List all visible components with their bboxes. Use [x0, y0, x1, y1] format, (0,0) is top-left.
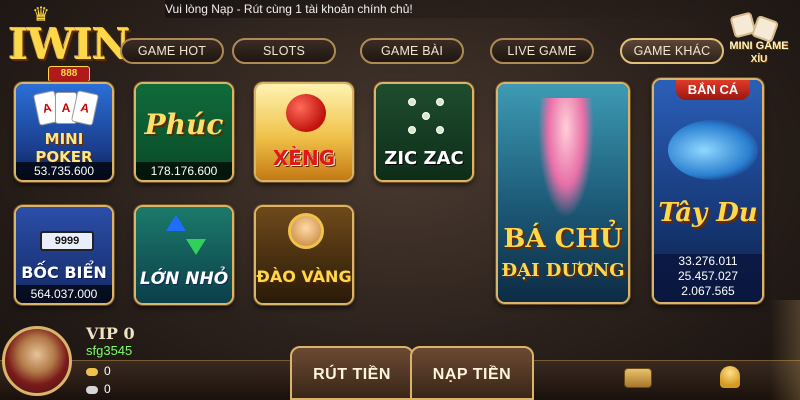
dice-icon [750, 14, 780, 44]
deposit-button[interactable]: NẠP TIỀN [410, 346, 534, 400]
gold-coin-icon [86, 367, 98, 376]
silver-balance-value: 0 [104, 382, 111, 396]
up-down-arrows-icon [166, 215, 206, 255]
game-title: BÁ CHỦ [503, 224, 623, 254]
bell-icon[interactable] [720, 366, 740, 388]
game-title: ZIC ZAC [384, 148, 464, 169]
wallet-icon[interactable] [624, 368, 652, 388]
jackpot-value: 25.457.027 [677, 269, 739, 283]
fish-icon [668, 120, 758, 180]
mini-game-button[interactable]: MINI GAME XỈU [728, 11, 790, 72]
game-card-dao-vang[interactable]: ĐÀO VÀNG [254, 205, 354, 305]
game-card-xeng[interactable]: XÈNG [254, 82, 354, 182]
tab-game-bai[interactable]: GAME BÀI [360, 38, 464, 64]
game-title: MINI POKER [35, 130, 93, 166]
mermaid-icon [538, 98, 594, 218]
jackpot-value: 33.276.011 [678, 254, 738, 268]
jackpot-values: 33.276.011 25.457.027 2.067.565 [654, 254, 762, 302]
game-card-zic-zac[interactable]: ZIC ZAC [374, 82, 474, 182]
gold-balance-value: 0 [104, 364, 111, 378]
jackpot-value: 53.735.600 [16, 162, 112, 180]
game-card-tay-du[interactable]: BẮN CÁ Tây Du 33.276.011 25.457.027 2.06… [652, 78, 764, 304]
ban-ca-ribbon: BẮN CÁ [676, 80, 750, 100]
playing-cards-icon: A A A [32, 90, 100, 128]
logo-sub: 888 [48, 66, 90, 82]
username: sfg3545 [86, 343, 133, 358]
vip-level: VIP 0 [86, 324, 135, 343]
mini-game-sub: XỈU [750, 54, 768, 65]
app-logo: ♛ IWIN 888 [4, 2, 134, 84]
tab-live-game[interactable]: LIVE GAME [490, 38, 594, 64]
logo-text: IWIN [8, 20, 131, 69]
jackpot-value: 564.037.000 [16, 285, 112, 303]
tab-game-hot[interactable]: GAME HOT [120, 38, 224, 64]
silver-coin-icon [86, 385, 98, 394]
game-card-ba-chu-dai-duong[interactable]: BÁ CHỦ ĐẠI DƯƠNG [496, 82, 630, 304]
tab-slots[interactable]: SLOTS [232, 38, 336, 64]
apple-icon [286, 94, 326, 132]
mini-game-label: MINI GAME [729, 40, 789, 52]
game-card-mini-poker[interactable]: A A A MINI POKER 53.735.600 [14, 82, 114, 182]
jackpot-value: 2.067.565 [681, 284, 735, 298]
withdraw-button[interactable]: RÚT TIỀN [290, 346, 414, 400]
game-title: ĐÀO VÀNG [256, 267, 352, 286]
game-card-phuc[interactable]: Phúc 178.176.600 [134, 82, 234, 182]
announcement-marquee: Vui lòng Nạp - Rút cùng 1 tài khoản chín… [165, 0, 725, 18]
game-card-lon-nho[interactable]: LỚN NHỎ [134, 205, 234, 305]
game-subtitle: ĐẠI DƯƠNG [501, 260, 625, 281]
silver-balance: 0 [86, 382, 111, 396]
game-card-boc-bien[interactable]: 9999 BỐC BIỂN 564.037.000 [14, 205, 114, 305]
tab-game-khac[interactable]: GAME KHÁC [620, 38, 724, 64]
dots-icon [404, 94, 448, 138]
game-title: BỐC BIỂN [21, 263, 107, 282]
user-avatar[interactable] [2, 326, 72, 396]
game-title: LỚN NHỎ [139, 269, 229, 289]
license-plate-icon: 9999 [40, 231, 94, 251]
game-title: XÈNG [272, 146, 336, 170]
decoration [770, 300, 800, 400]
miner-icon [288, 213, 324, 249]
game-title: Tây Du [658, 198, 758, 228]
jackpot-value: 178.176.600 [136, 162, 232, 180]
gold-balance: 0 [86, 364, 111, 378]
game-title: Phúc [144, 108, 224, 141]
